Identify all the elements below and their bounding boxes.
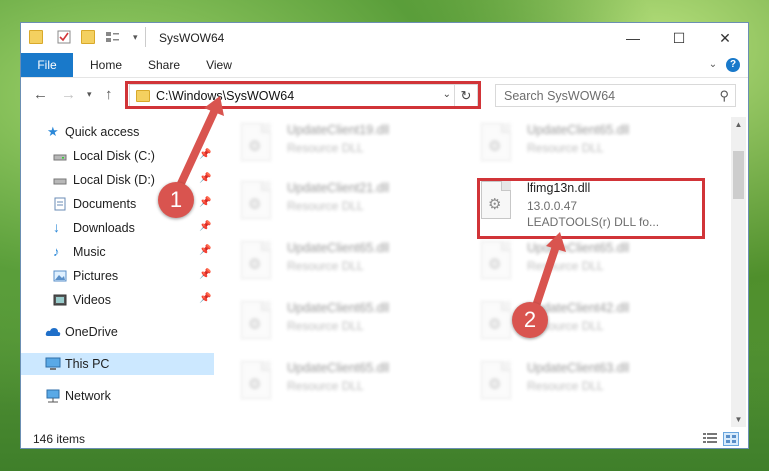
step-2-arrowhead: [546, 232, 566, 252]
step-1-arrow: [174, 108, 218, 194]
step-1-badge: 1: [158, 182, 194, 218]
annotation-overlay: [174, 96, 566, 322]
step-2-badge: 2: [512, 302, 548, 338]
